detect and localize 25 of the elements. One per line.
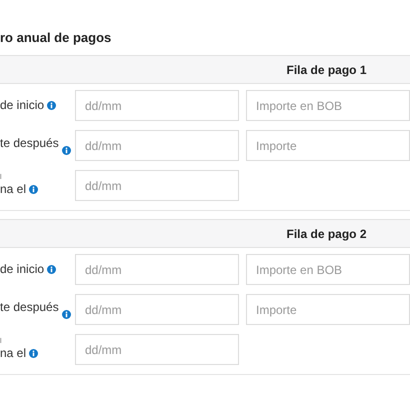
field-label: de inicio <box>0 262 44 276</box>
input-field[interactable]: dd/mm <box>75 90 239 121</box>
section-title: ro anual de pagos <box>0 29 112 47</box>
input-field[interactable]: Importe en BOB <box>246 254 410 285</box>
input-field[interactable]: Importe <box>246 294 410 325</box>
input-field[interactable]: dd/mm <box>75 294 239 325</box>
input-field[interactable]: Importe <box>246 130 410 161</box>
info-icon <box>62 310 71 318</box>
info-icon <box>47 100 56 110</box>
info-icon <box>29 348 38 358</box>
info-icon <box>29 184 38 194</box>
column-heading: Fila de pago 2 <box>285 226 368 242</box>
field-label: de inicio <box>0 98 44 112</box>
field-label: te después <box>0 136 59 150</box>
field-label: na el <box>0 346 26 360</box>
field-label: na el <box>0 182 26 196</box>
info-icon <box>62 146 71 154</box>
input-field[interactable]: dd/mm <box>75 170 239 201</box>
input-field[interactable]: Importe en BOB <box>246 90 410 121</box>
column-heading: Fila de pago 1 <box>285 62 368 78</box>
info-icon <box>47 264 56 274</box>
field-label: te después <box>0 300 59 314</box>
input-field[interactable]: dd/mm <box>75 254 239 285</box>
input-field[interactable]: dd/mm <box>75 130 239 161</box>
input-field[interactable]: dd/mm <box>75 334 239 365</box>
